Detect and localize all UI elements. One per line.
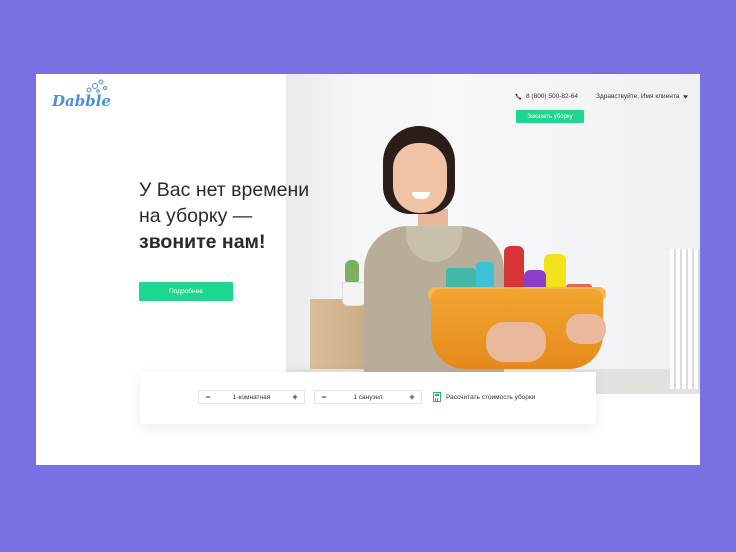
landing-page: Dabble 8 (800) 500-82-64 Здравствуйте, И… <box>36 74 700 465</box>
bathrooms-value: 1 санузел <box>353 393 383 401</box>
rooms-value: 1-комнатная <box>232 393 271 401</box>
bathrooms-minus-button[interactable]: − <box>319 392 329 402</box>
rooms-plus-button[interactable]: + <box>290 392 300 402</box>
calculator-icon <box>433 392 441 402</box>
phone-number: 8 (800) 500-82-64 <box>526 93 579 100</box>
hero-woman-hand-left <box>486 322 546 362</box>
more-button[interactable]: Подробнее <box>139 282 233 301</box>
hero-woman-hand-right <box>566 314 606 344</box>
hero-photo-pot <box>342 282 366 306</box>
hero-headline-line2: на уборку — <box>139 205 253 227</box>
calculate-price-label: Рассчитать стоимость уборки <box>446 393 536 401</box>
user-menu[interactable]: Здравствуйте, Имя клиента <box>596 93 689 100</box>
bubbles-icon <box>86 79 107 93</box>
hero-headline: У Вас нет времени на уборку — звоните на… <box>139 177 339 255</box>
order-cleaning-button[interactable]: Заказать уборку <box>516 110 584 123</box>
calculate-price-link[interactable]: Рассчитать стоимость уборки <box>433 390 535 404</box>
bathrooms-plus-button[interactable]: + <box>407 392 417 402</box>
brand-logo[interactable]: Dabble <box>52 79 111 110</box>
header-phone[interactable]: 8 (800) 500-82-64 <box>515 93 578 100</box>
bathrooms-stepper: − 1 санузел + <box>314 390 422 404</box>
hero-photo-radiator <box>670 249 700 389</box>
hero-photo-plant <box>345 260 359 282</box>
calculator-panel: − 1-комнатная + − 1 санузел + Рассчитать… <box>140 372 596 424</box>
hero-woman-face <box>393 143 447 213</box>
hero-headline-line1: У Вас нет времени <box>139 179 310 201</box>
hero-headline-line3: звоните нам! <box>139 231 266 253</box>
phone-icon <box>515 93 522 100</box>
rooms-stepper: − 1-комнатная + <box>198 390 305 404</box>
rooms-minus-button[interactable]: − <box>203 392 213 402</box>
chevron-down-icon <box>683 94 689 99</box>
brand-logo-text: Dabble <box>52 92 111 110</box>
user-greeting: Здравствуйте, Имя клиента <box>596 93 680 100</box>
